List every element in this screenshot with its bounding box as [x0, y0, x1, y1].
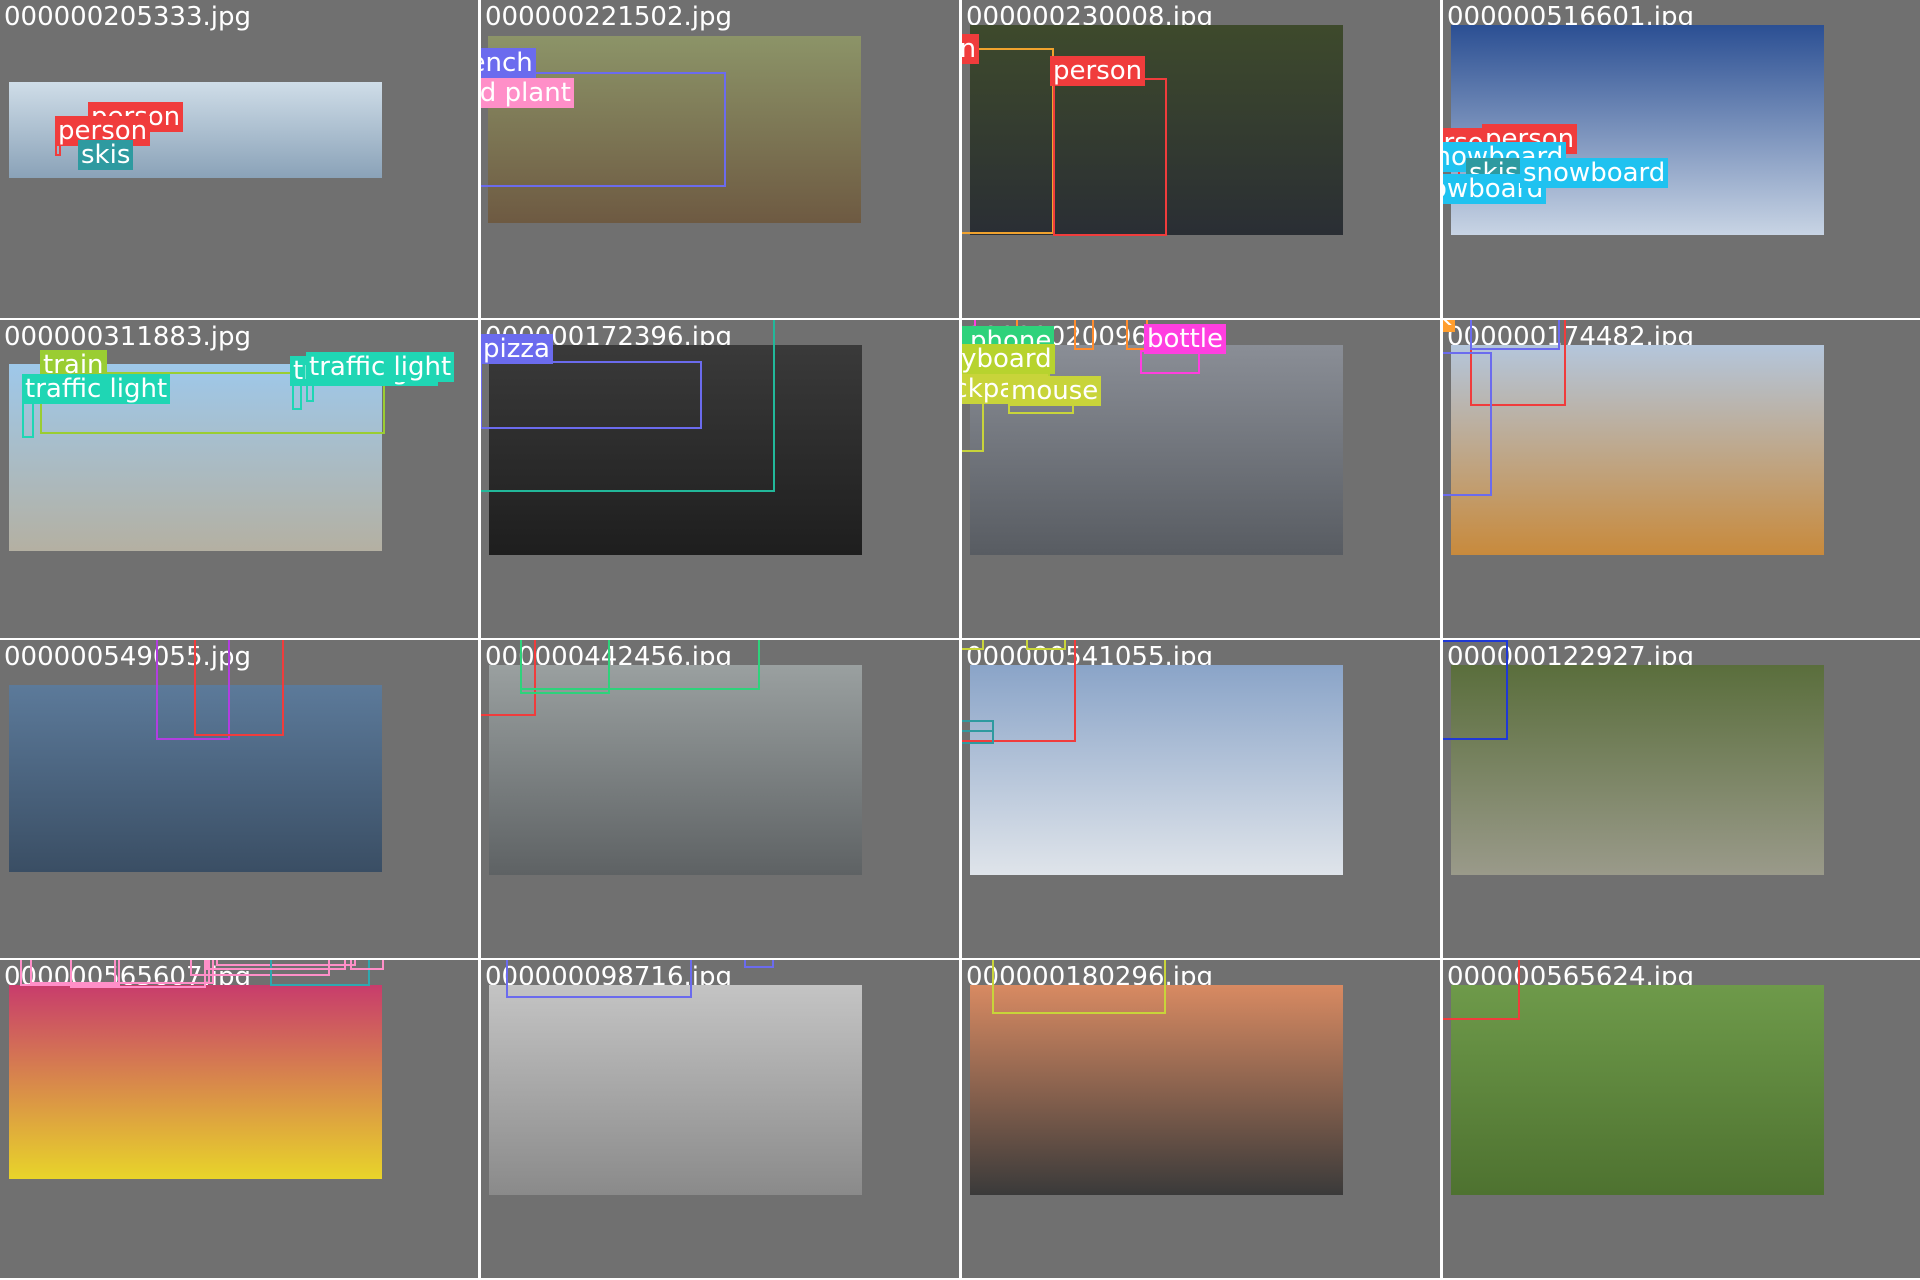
bounding-box — [114, 960, 214, 984]
bounding-box — [22, 400, 34, 438]
image-tile: 000000230008.jpgmotorcyclepersonperson — [962, 0, 1440, 318]
image-tile: 000000565607.jpgpotted plantpotted plant… — [0, 960, 478, 1278]
image-tile: 000000200961.jpgchairkeyboardbottlelapto… — [962, 320, 1440, 638]
box-label: person — [962, 34, 980, 64]
bounding-box — [1074, 320, 1094, 350]
bounding-box — [962, 730, 994, 744]
box-label: fork — [1443, 320, 1455, 332]
bounding-box — [1470, 320, 1560, 350]
detection-grid: 000000205333.jpgpersonpersonskis00000022… — [0, 0, 1920, 1280]
tile-filename: 000000205333.jpg — [4, 2, 251, 32]
image-tile: 000000172396.jpgovenpizza — [481, 320, 959, 638]
box-label: person — [1050, 56, 1146, 86]
bounding-box — [350, 960, 384, 970]
box-label: bench — [481, 48, 536, 78]
box-label: snowboard — [1520, 158, 1669, 188]
bounding-box — [744, 960, 774, 968]
tile-filename: 000000221502.jpg — [485, 2, 732, 32]
image-tile: 000000516601.jpgpersonpersonsnowboardski… — [1443, 0, 1920, 318]
bounding-box — [1443, 960, 1520, 1020]
bounding-box — [520, 640, 610, 694]
bounding-box — [20, 960, 120, 986]
photo — [489, 985, 862, 1195]
bounding-box — [962, 48, 1054, 234]
image-tile: 000000122927.jpgbirdbird — [1443, 640, 1920, 958]
box-label: pizza — [481, 334, 553, 364]
image-tile: 000000221502.jpg benchpotted plant — [481, 0, 959, 318]
box-label: bottle — [1144, 324, 1227, 354]
image-tile: 000000311883.jpg train traffic light traffi… — [0, 320, 478, 638]
bounding-box — [206, 960, 346, 970]
box-label: keyboard — [962, 344, 1055, 374]
box-label: potted plant — [481, 78, 574, 108]
photo — [970, 985, 1343, 1195]
bounding-box — [292, 384, 302, 410]
image-tile: 000000565624.jpgelephantelephant — [1443, 960, 1920, 1278]
bounding-box — [962, 396, 984, 452]
image-tile: 000000549055.jpgsurfboardperson — [0, 640, 478, 958]
bounding-box — [992, 960, 1166, 1014]
tile-filename: 000000311883.jpg — [4, 322, 251, 352]
photo — [9, 985, 382, 1179]
bounding-box — [481, 361, 702, 429]
bounding-box — [1443, 640, 1508, 740]
box-label: traffic light — [306, 352, 455, 382]
image-tile: 000000205333.jpgpersonpersonskis — [0, 0, 478, 318]
bounding-box — [1053, 78, 1167, 236]
box-label: mouse — [1008, 376, 1102, 406]
bounding-box — [962, 640, 984, 650]
image-tile: 000000541055.jpgpersonpersonpersonbackpa… — [962, 640, 1440, 958]
image-tile: 000000442456.jpgcarpersonhandbagtruckcar… — [481, 640, 959, 958]
bounding-box — [506, 960, 692, 998]
bounding-box — [1026, 640, 1066, 650]
bounding-box — [1443, 352, 1492, 496]
box-label: skis — [78, 140, 134, 170]
image-tile: 000000180296.jpgchairchairchairsuitcaseb… — [962, 960, 1440, 1278]
bounding-box — [194, 640, 284, 736]
image-tile: 000000098716.jpgpersonpersonbenchbench — [481, 960, 959, 1278]
image-tile: 000000174482.jpgcuppersonwine glassknife… — [1443, 320, 1920, 638]
box-label: traffic light — [22, 374, 171, 404]
photo — [489, 665, 862, 875]
